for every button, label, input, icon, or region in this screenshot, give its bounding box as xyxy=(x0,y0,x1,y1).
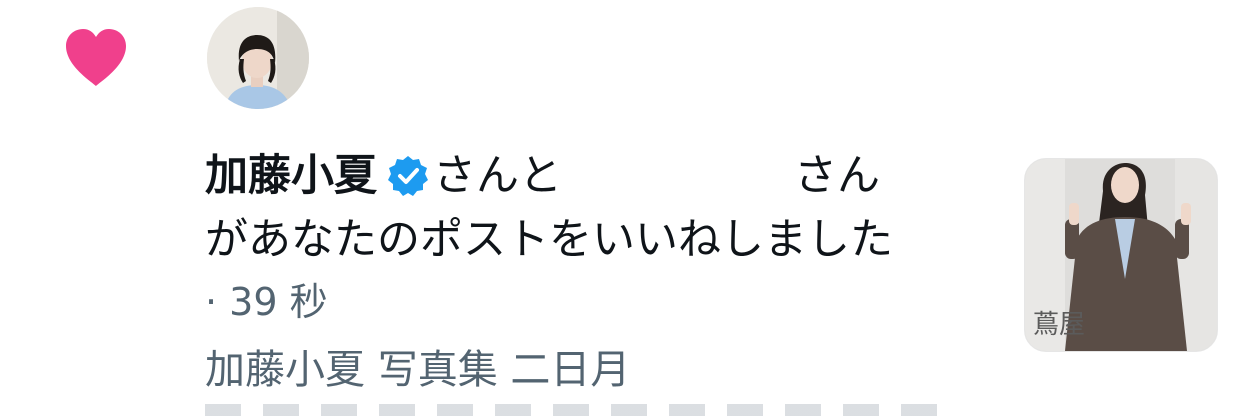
truncated-text-line xyxy=(205,404,945,416)
notification-action-text: があなたのポストをいいねしました xyxy=(205,215,893,265)
notification-line-1: 加藤小夏 さんと さん xyxy=(205,148,880,204)
heart-icon xyxy=(62,26,130,88)
connector-text-1: さんと xyxy=(433,151,562,201)
verified-badge-icon xyxy=(387,155,429,197)
user-name-link[interactable]: 加藤小夏 xyxy=(205,148,377,204)
redacted-user-name[interactable] xyxy=(562,156,794,196)
like-notification[interactable]: 加藤小夏 さんと さん があなたのポストをいいねしました · 39 秒 加藤小夏… xyxy=(0,0,1242,416)
post-preview-text[interactable]: 加藤小夏 写真集 二日月 xyxy=(205,344,630,396)
connector-text-2: さん xyxy=(794,151,880,201)
notification-timestamp: · 39 秒 xyxy=(205,280,328,324)
thumbnail-watermark-text: 蔦屋 xyxy=(1033,310,1086,340)
user-avatar[interactable] xyxy=(207,7,309,109)
post-media-thumbnail[interactable]: 蔦屋 xyxy=(1024,158,1218,352)
